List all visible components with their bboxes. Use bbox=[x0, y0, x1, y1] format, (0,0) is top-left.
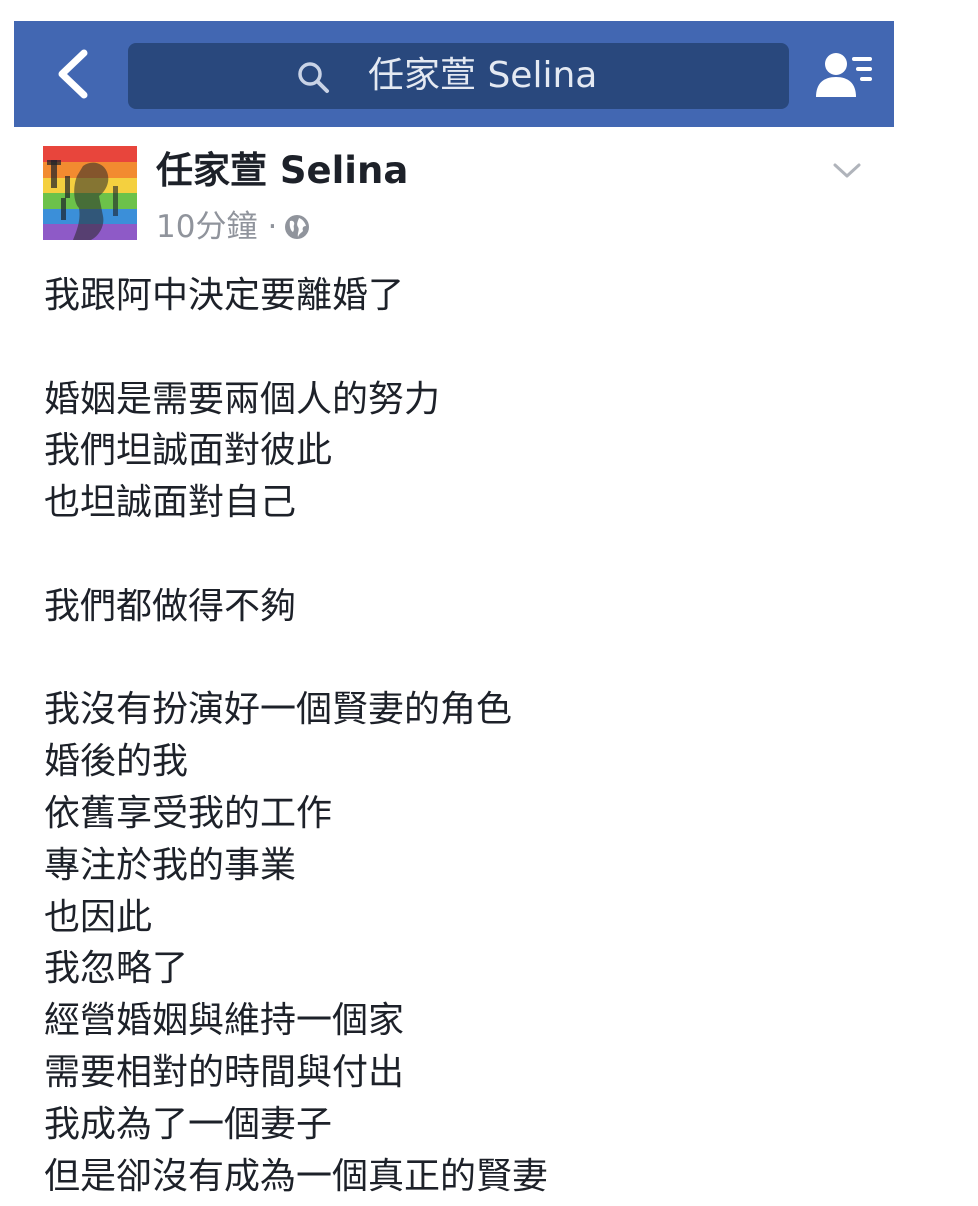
post-body: 我跟阿中決定要離婚了 婚姻是需要兩個人的努力 我們坦誠面對彼此 也坦誠面對自己 … bbox=[44, 270, 944, 1202]
post-line: 婚姻是需要兩個人的努力 bbox=[44, 378, 441, 420]
avatar-image bbox=[43, 146, 137, 240]
avatar[interactable] bbox=[43, 146, 137, 240]
post-line: 專注於我的事業 bbox=[44, 844, 297, 886]
post-line: 但是卻沒有成為一個真正的賢妻 bbox=[44, 1155, 549, 1197]
friend-requests-icon bbox=[816, 53, 872, 97]
post-meta: 10分鐘 · bbox=[156, 205, 311, 249]
search-icon bbox=[298, 62, 329, 93]
chevron-down-icon bbox=[833, 163, 861, 178]
post-line: 我們都做得不夠 bbox=[44, 585, 297, 627]
post-header: 任家萱 Selina 10分鐘 · bbox=[0, 127, 978, 267]
back-button[interactable] bbox=[50, 49, 94, 99]
top-nav-bar: 任家萱 Selina bbox=[14, 21, 894, 127]
globe-icon bbox=[285, 215, 310, 239]
post-line: 也坦誠面對自己 bbox=[44, 482, 297, 524]
post-options-button[interactable] bbox=[832, 161, 862, 181]
post-line bbox=[44, 529, 944, 581]
post-line: 我沒有扮演好一個賢妻的角色 bbox=[44, 689, 513, 731]
post-line: 我成為了一個妻子 bbox=[44, 1103, 333, 1145]
post-line: 依舊享受我的工作 bbox=[44, 792, 333, 834]
friend-requests-button[interactable] bbox=[814, 49, 876, 101]
author-name[interactable]: 任家萱 Selina bbox=[156, 147, 408, 195]
post-line: 需要相對的時間與付出 bbox=[44, 1051, 405, 1093]
search-input[interactable]: 任家萱 Selina bbox=[128, 43, 789, 109]
post-line bbox=[44, 322, 944, 374]
post-line: 經營婚姻與維持一個家 bbox=[44, 1000, 405, 1042]
post-line: 我跟阿中決定要離婚了 bbox=[44, 275, 405, 316]
post-timestamp[interactable]: 10分鐘 bbox=[156, 209, 257, 245]
post-line bbox=[44, 633, 944, 685]
post-line: 我忽略了 bbox=[44, 948, 189, 990]
post-line: 我們坦誠面對彼此 bbox=[44, 430, 333, 472]
post-line: 也因此 bbox=[44, 896, 153, 938]
search-query-text: 任家萱 Selina bbox=[368, 55, 598, 96]
post-line: 婚後的我 bbox=[44, 741, 189, 783]
chevron-left-icon bbox=[58, 49, 88, 99]
meta-separator: · bbox=[267, 209, 278, 245]
